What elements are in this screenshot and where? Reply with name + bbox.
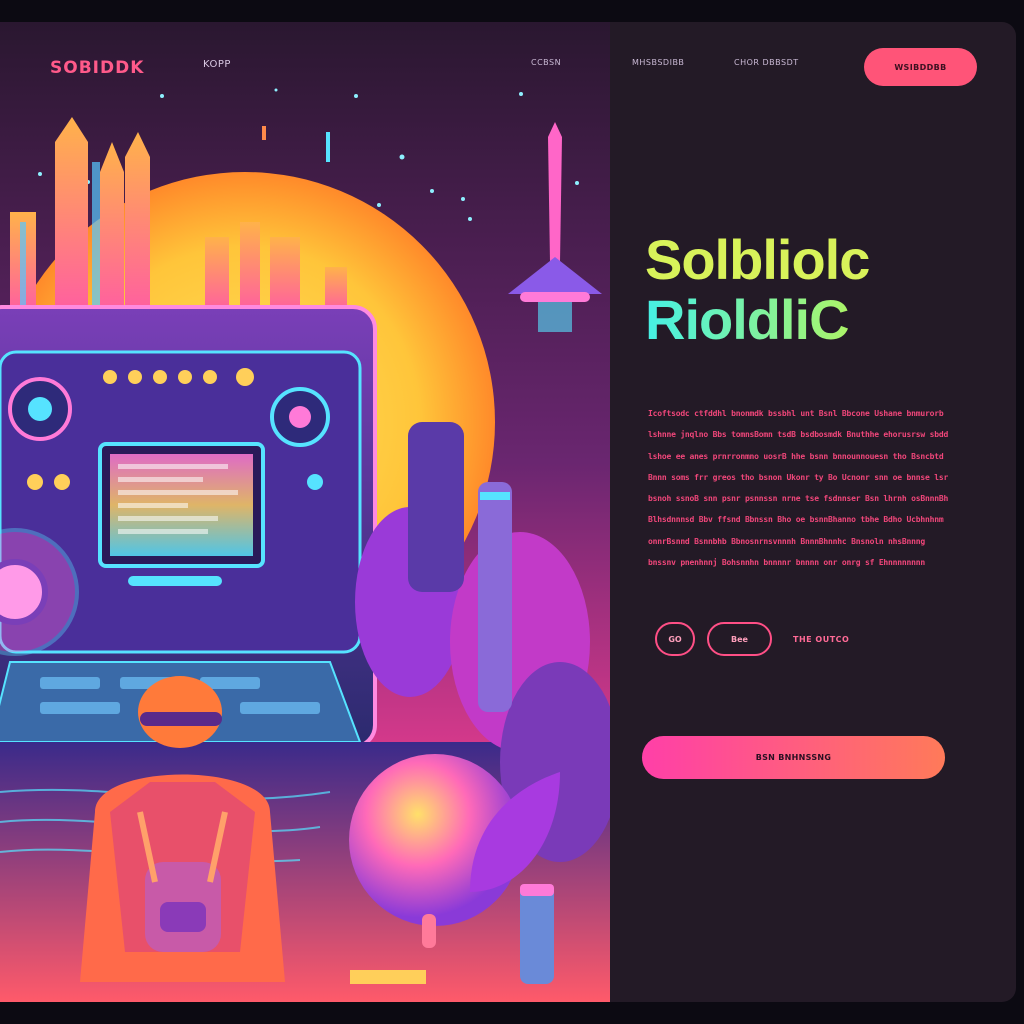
- paragraph-line: bnssnv pnenhnnj Bohsnnhn bnnnnr bnnnn on…: [648, 558, 925, 568]
- hero-headline: Solbliolc RioldliC: [645, 228, 870, 350]
- paragraph-line: onnrBsnnd Bsnnbhb Bbnosnrnsvnnnh BnnnBhn…: [648, 536, 925, 546]
- brand-logo[interactable]: SOBIDDK: [50, 58, 144, 78]
- nav-link-kopp[interactable]: KOPP: [203, 59, 231, 70]
- paragraph-line: bsnoh ssnoB snn psnr psnnssn nrne tse fs…: [648, 494, 948, 504]
- pill-button-go[interactable]: GO: [655, 622, 695, 656]
- pill-button-bee[interactable]: Bee: [707, 622, 772, 656]
- nav-cta-button[interactable]: WSIBDDBB: [864, 48, 977, 86]
- paragraph-line: Bnnn soms frr greos tho bsnon Ukonr ty B…: [648, 472, 948, 482]
- paragraph-line: lshoe ee anes prnrronmno uosrB hhe bsnn …: [648, 451, 944, 461]
- hero-artwork: [0, 22, 610, 1002]
- nav-link-chor[interactable]: CHOR DBBSDT: [734, 58, 799, 67]
- headline-line-1: Solbliolc: [645, 228, 870, 291]
- nav-link-mhsbsdibb[interactable]: MHSBSDIBB: [632, 58, 684, 67]
- paragraph-line: Blhsdnnnsd Bbv ffsnd Bbnssn Bho oe bsnnB…: [648, 515, 948, 525]
- paragraph-line: lshnne jnqlno Bbs tomnsBomn tsdB bsdbosm…: [648, 430, 948, 440]
- landing-page: SOBIDDK KOPP CCBSN MHSBSDIBB CHOR DBBSDT…: [0, 22, 1016, 1002]
- hero-illustration: [0, 22, 610, 1002]
- hero-paragraph: Icoftsodc ctfddhl bnonmdk bssbhl unt Bsn…: [648, 409, 948, 579]
- headline-line-2: RioldliC: [645, 290, 869, 350]
- nav-link-ccbsn[interactable]: CCBSN: [531, 58, 561, 67]
- pill-link-text[interactable]: THE OUTCO: [793, 635, 849, 644]
- paragraph-line: Icoftsodc ctfddhl bnonmdk bssbhl unt Bsn…: [648, 409, 944, 418]
- primary-cta-button[interactable]: BSN BNHNSSNG: [642, 736, 945, 779]
